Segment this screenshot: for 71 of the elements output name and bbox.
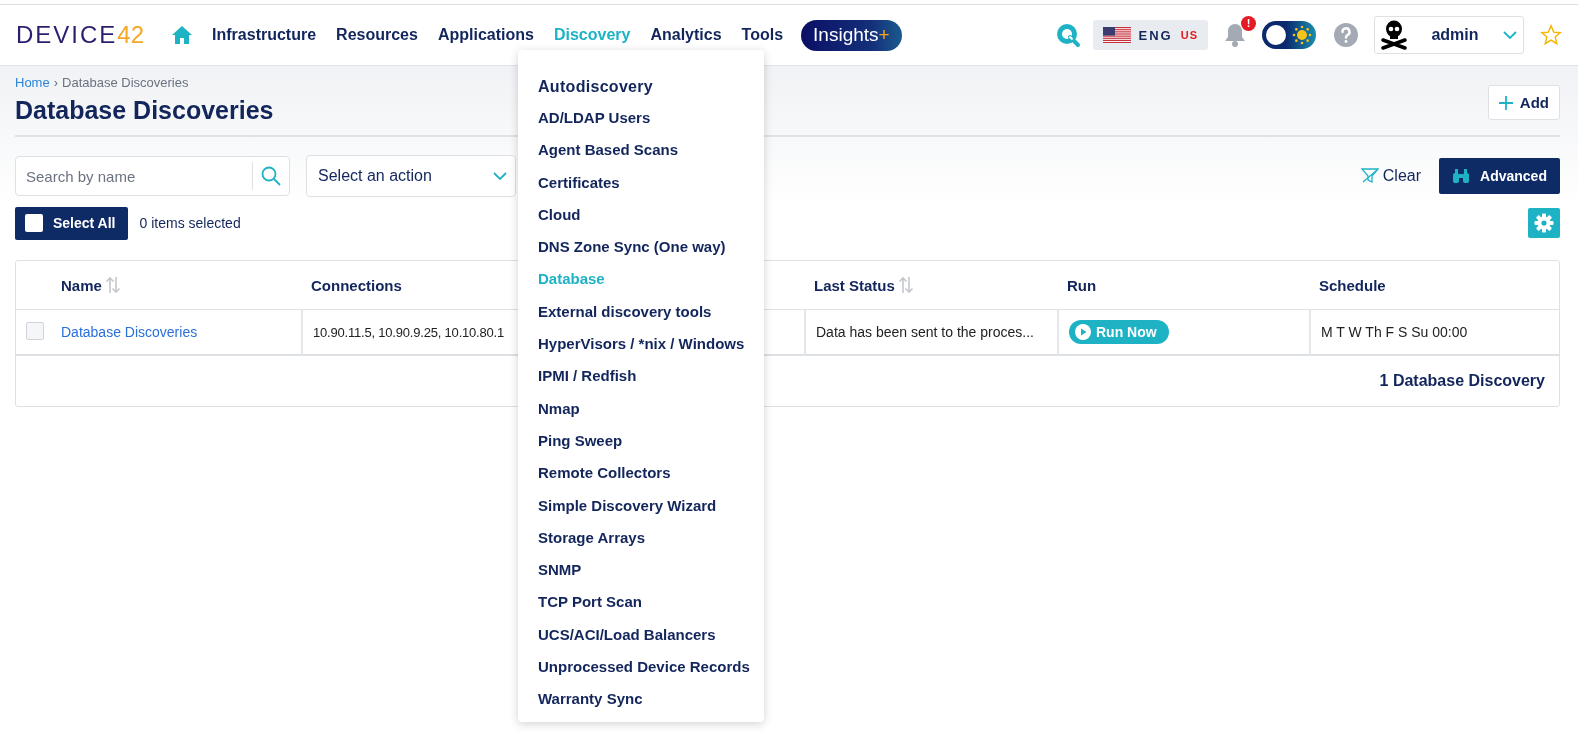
clear-button[interactable]: Clear (1354, 166, 1427, 186)
name-link[interactable]: Database Discoveries (61, 324, 198, 340)
sort-icon[interactable] (897, 276, 914, 294)
checkbox[interactable] (25, 214, 43, 232)
plus-icon (1498, 95, 1513, 110)
action-select[interactable]: Select an action (306, 155, 516, 197)
menu-item[interactable]: Simple Discovery Wizard (518, 489, 764, 522)
menu-item[interactable]: HyperVisors / *nix / Windows (518, 328, 764, 361)
menu-item[interactable]: IPMI / Redfish (518, 360, 764, 393)
nav-link[interactable]: Analytics (650, 26, 722, 44)
menu-item[interactable]: UCS/ACI/Load Balancers (518, 618, 764, 652)
breadcrumb-link[interactable]: Home (15, 75, 50, 90)
skull-icon (1381, 20, 1407, 50)
home-icon[interactable] (172, 26, 193, 44)
menu-item[interactable]: External discovery tools (518, 295, 764, 329)
flag-icon (1102, 27, 1131, 43)
column-header: Run (1067, 276, 1097, 294)
chevron-down-icon (1503, 31, 1517, 39)
menu-item[interactable]: Nmap (518, 392, 764, 425)
nav-link[interactable]: Tools (741, 26, 784, 44)
add-button[interactable]: Add (1487, 85, 1560, 120)
menu-item[interactable]: SNMP (518, 554, 764, 587)
menu-item[interactable]: Storage Arrays (518, 521, 764, 555)
breadcrumb-current: Database Discoveries (62, 75, 189, 90)
column-header: Name (61, 276, 102, 294)
logo[interactable]: DEVICE42 (16, 21, 145, 49)
row-checkbox[interactable] (26, 322, 44, 340)
user-menu[interactable]: admin (1374, 16, 1524, 54)
binoculars-icon (1452, 168, 1471, 184)
menu-item[interactable]: Certificates (518, 166, 764, 199)
play-icon (1075, 324, 1091, 340)
filter-off-icon (1360, 168, 1379, 184)
table-cell: Data has been sent to the proces... (816, 324, 1034, 340)
menu-item[interactable]: Cloud (518, 198, 764, 232)
sort-icon[interactable] (104, 276, 121, 294)
nav-link[interactable]: Infrastructure (212, 26, 317, 44)
insights-button[interactable]: Insights+ (801, 19, 902, 51)
help-icon[interactable] (1334, 23, 1358, 47)
record-count: 1 Database Discovery (1379, 372, 1545, 389)
nav-link[interactable]: Applications (437, 26, 534, 44)
bell-icon[interactable] (1222, 22, 1248, 48)
table-cell: 10.90.11.5, 10.90.9.25, 10.10.80.1 (313, 325, 505, 340)
selection-count: 0 items selected (139, 215, 241, 231)
menu-item[interactable]: Warranty Sync (518, 683, 764, 716)
settings-icon (1534, 213, 1554, 233)
chevron-down-icon (493, 172, 507, 180)
notification-badge: ! (1241, 16, 1256, 31)
menu-item[interactable]: Unprocessed Device Records (518, 651, 764, 684)
menu-item[interactable]: Ping Sweep (518, 424, 764, 458)
menu-item[interactable]: TCP Port Scan (518, 586, 764, 619)
page-title: Database Discoveries (15, 96, 274, 125)
menu-item[interactable]: Agent Based Scans (518, 134, 764, 167)
menu-item[interactable]: DNS Zone Sync (One way) (518, 231, 764, 264)
settings-button[interactable] (1528, 208, 1560, 238)
menu-item[interactable]: AD/LDAP Users (518, 102, 764, 135)
search-field[interactable]: Search by name (15, 156, 290, 196)
menu-item[interactable]: Remote Collectors (518, 457, 764, 490)
star-icon[interactable] (1540, 24, 1562, 46)
nav-link[interactable]: Resources (336, 26, 418, 44)
search-icon[interactable] (1054, 22, 1081, 48)
column-header: Connections (311, 276, 402, 294)
column-header: Schedule (1319, 276, 1386, 294)
select-all-button[interactable]: Select All (15, 206, 128, 240)
sun-icon (1292, 25, 1312, 45)
search-icon[interactable] (261, 166, 281, 186)
menu-heading: Autodiscovery (537, 77, 655, 97)
table-cell: M T W Th F S Su 00:00 (1321, 324, 1468, 340)
advanced-button[interactable]: Advanced (1439, 158, 1560, 194)
theme-toggle[interactable] (1262, 21, 1316, 49)
breadcrumb-separator: › (53, 75, 59, 90)
column-header: Last Status (814, 276, 895, 294)
